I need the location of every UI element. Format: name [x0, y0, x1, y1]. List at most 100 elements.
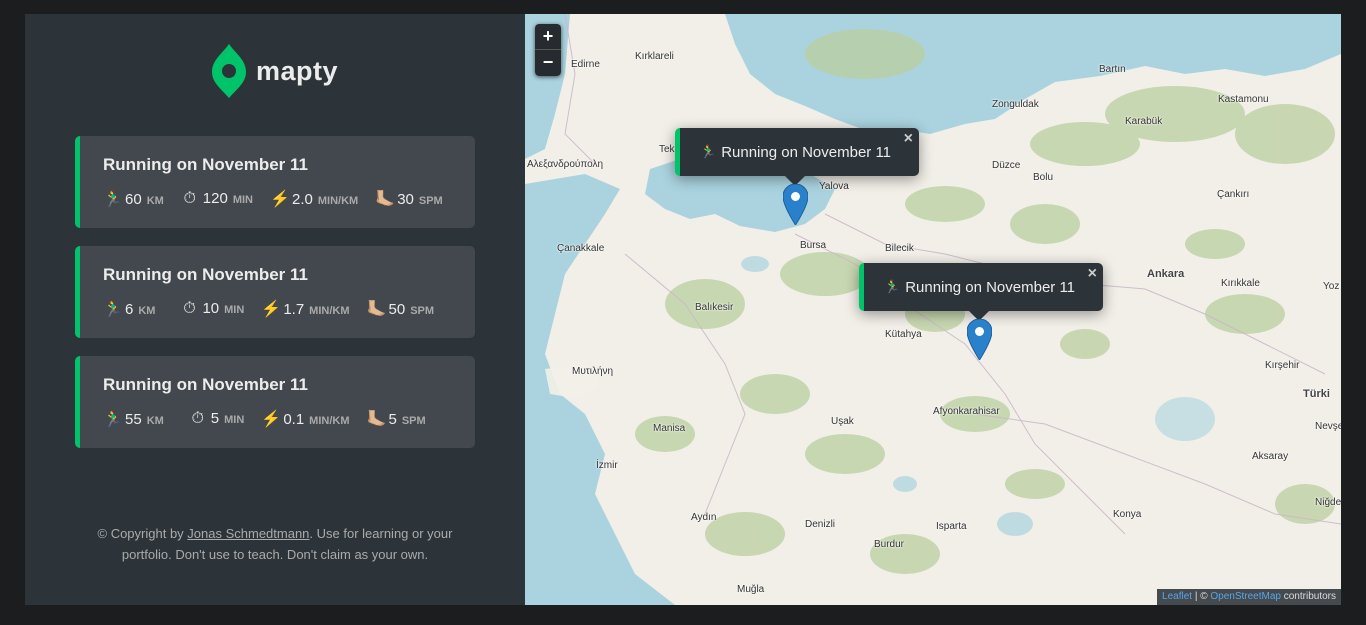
author-link[interactable]: Jonas Schmedtmann: [187, 526, 309, 541]
duration-value: 120: [202, 190, 228, 207]
workout-item[interactable]: Running on November 11 🏃‍♂️ 6 km ⏱ 10 mi…: [75, 246, 475, 338]
pace-value: 1.7: [283, 301, 305, 318]
pace-unit: min/km: [309, 305, 350, 317]
city-label: Kastamonu: [1218, 94, 1269, 105]
map[interactable]: Edirne Kırklareli Tek Αλεξανδρούπολη Yal…: [525, 14, 1341, 605]
city-label: Çankırı: [1217, 189, 1250, 200]
pace-unit: min/km: [317, 195, 359, 207]
popup-close-button[interactable]: ×: [1088, 265, 1097, 283]
workout-cadence: 🦶🏼 50 spm: [367, 299, 435, 319]
city-label: Denizli: [805, 519, 836, 530]
distance-value: 60: [125, 191, 142, 208]
workout-title: Running on November 11: [103, 375, 308, 394]
workout-details: 🏃‍♂️ 60 km ⏱ 120 min ⚡️ 2.0 min/km: [103, 189, 453, 209]
city-label: Manisa: [653, 423, 686, 434]
popup-text: Running on November 11: [905, 278, 1076, 296]
city-label: Türki: [1303, 388, 1330, 400]
distance-value: 55: [125, 411, 142, 428]
city-label: Zonguldak: [992, 99, 1039, 110]
city-label: Edirne: [571, 59, 600, 70]
runner-icon: 🏃‍♂️: [103, 411, 123, 428]
workout-pace: ⚡️ 2.0 min/km: [270, 189, 358, 209]
stopwatch-icon: ⏱: [191, 410, 205, 427]
city-label: Çanakkale: [557, 243, 605, 254]
cadence-value: 30: [397, 191, 414, 208]
city-label: Αλεξανδρούπολη: [527, 159, 604, 170]
attribution-separator: | ©: [1192, 591, 1211, 602]
workout-distance: 🏃‍♂️ 6 km: [103, 299, 155, 319]
distance-unit: km: [146, 195, 164, 207]
city-label: Uşak: [831, 416, 854, 427]
city-label: İzmir: [596, 460, 618, 471]
attribution-contributors: contributors: [1280, 591, 1336, 602]
workout-title: Running on November 11: [103, 155, 308, 174]
city-label: Bursa: [800, 240, 827, 251]
distance-unit: km: [138, 305, 156, 317]
city-label: Niğde: [1315, 497, 1341, 508]
map-marker-icon[interactable]: [783, 184, 808, 225]
distance-value: 6: [125, 301, 134, 318]
runner-icon: 🏃‍♂️: [103, 301, 123, 318]
city-label: Afyonkarahisar: [933, 406, 1000, 417]
duration-value: 10: [202, 300, 220, 317]
foot-icon: 🦶🏼: [375, 191, 396, 208]
city-label: Burdur: [874, 539, 905, 550]
city-label: Tek: [659, 144, 675, 155]
stopwatch-icon: ⏱: [183, 300, 196, 317]
pace-value: 2.0: [292, 191, 313, 208]
workout-distance: 🏃‍♂️ 60 km: [103, 189, 164, 209]
cadence-value: 5: [388, 411, 397, 428]
workout-cadence: 🦶🏼 30 spm: [375, 189, 443, 209]
workout-details: 🏃‍♂️ 6 km ⏱ 10 min ⚡️ 1.7 min/km: [103, 299, 453, 319]
city-label: Bartın: [1099, 64, 1126, 75]
workout-pace: ⚡️ 0.1 min/km: [261, 409, 349, 429]
workout-duration: ⏱ 10 min: [180, 300, 244, 318]
cadence-unit: spm: [410, 305, 435, 317]
runner-icon: 🏃‍♂️: [884, 279, 901, 294]
city-label: Kırıkkale: [1221, 278, 1260, 289]
city-label: Muğla: [737, 584, 765, 595]
zoom-in-button[interactable]: +: [535, 24, 561, 50]
city-label: Aydın: [691, 512, 717, 523]
popup-close-button[interactable]: ×: [904, 130, 913, 148]
city-label: Aksaray: [1252, 451, 1289, 462]
workout-item[interactable]: Running on November 11 🏃‍♂️ 60 km ⏱ 120 …: [75, 136, 475, 228]
duration-value: 5: [210, 410, 220, 427]
city-label: Düzce: [992, 160, 1021, 171]
city-label: Nevşe: [1315, 421, 1341, 432]
workout-item[interactable]: Running on November 11 🏃‍♂️ 55 km ⏱ 5 mi…: [75, 356, 475, 448]
logo: mapty: [25, 44, 525, 98]
city-label: Karabük: [1125, 116, 1163, 127]
duration-unit: min: [224, 304, 245, 316]
cadence-unit: spm: [401, 415, 426, 427]
workout-popup[interactable]: 🏃‍♂️ Running on November 11 ×: [675, 128, 920, 176]
lightning-icon: ⚡️: [270, 191, 290, 208]
foot-icon: 🦶🏼: [366, 411, 387, 428]
zoom-out-button[interactable]: −: [535, 50, 561, 76]
workout-cadence: 🦶🏼 5 spm: [367, 409, 426, 429]
city-label: Bilecik: [885, 243, 914, 254]
duration-unit: min: [232, 194, 253, 206]
stopwatch-icon: ⏱: [183, 190, 197, 207]
zoom-control: + −: [535, 24, 561, 76]
map-pin-logo-icon: [211, 44, 246, 98]
workout-title: Running on November 11: [103, 265, 308, 284]
city-label: Balıkesir: [695, 302, 734, 313]
osm-link[interactable]: OpenStreetMap: [1210, 591, 1281, 602]
map-marker-icon[interactable]: [967, 319, 992, 360]
lightning-icon: ⚡️: [261, 411, 282, 428]
workout-distance: 🏃‍♂️ 55 km: [103, 409, 164, 429]
copyright: © Copyright by Jonas Schmedtmann. Use fo…: [75, 523, 475, 565]
city-label: Yoz: [1323, 281, 1340, 292]
distance-unit: km: [146, 415, 164, 427]
city-label: Isparta: [936, 521, 967, 532]
city-label: Kırklareli: [635, 51, 674, 62]
leaflet-link[interactable]: Leaflet: [1162, 591, 1192, 602]
lightning-icon: ⚡️: [261, 301, 282, 318]
copyright-prefix: © Copyright by: [97, 526, 188, 541]
runner-icon: 🏃‍♂️: [103, 191, 123, 208]
workout-pace: ⚡️ 1.7 min/km: [261, 299, 349, 319]
workout-duration: ⏱ 120 min: [181, 190, 253, 208]
workout-popup[interactable]: 🏃‍♂️ Running on November 11 ×: [859, 263, 1104, 311]
runner-icon: 🏃‍♂️: [700, 144, 717, 159]
